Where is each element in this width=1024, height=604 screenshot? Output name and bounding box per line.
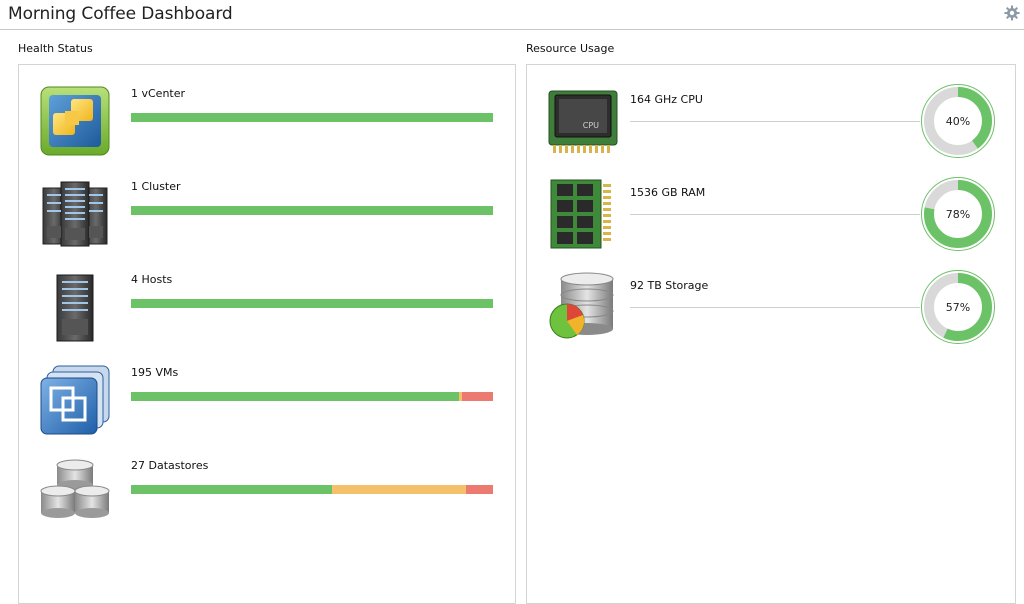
title-bar: Morning Coffee Dashboard (0, 0, 1024, 30)
health-bar-cluster (131, 206, 493, 215)
resource-usage-title: Resource Usage (526, 42, 615, 55)
health-status-title: Health Status (18, 42, 93, 55)
health-segment-critical (461, 392, 493, 401)
health-item-label: 1 Cluster (131, 180, 181, 193)
resource-row-storage[interactable]: 92 TB Storage 57% (527, 265, 1015, 355)
gauge-percent: 78% (945, 207, 971, 221)
health-item-label: 4 Hosts (131, 273, 173, 286)
storage-icon (549, 272, 614, 339)
health-segment-ok (131, 206, 493, 215)
health-row-hosts[interactable]: 4 Hosts (19, 265, 515, 355)
health-segment-ok (131, 485, 333, 494)
resource-divider (630, 214, 920, 215)
resource-row-ram[interactable]: 1536 GB RAM 78% (527, 172, 1015, 262)
host-icon (56, 274, 94, 342)
resource-divider (630, 307, 920, 308)
resource-row-cpu[interactable]: CPU 164 GHz CPU 40% (527, 79, 1015, 169)
gauge-percent: 40% (945, 114, 971, 128)
ram-usage-gauge: 78% (920, 176, 996, 252)
app-title: Morning Coffee Dashboard (8, 4, 233, 24)
datastore-icon (40, 459, 110, 518)
health-bar-vms (131, 392, 493, 401)
health-bar-datastores (131, 485, 493, 494)
gear-icon[interactable] (1004, 5, 1020, 21)
gauge-percent: 57% (945, 300, 971, 314)
resource-divider (630, 121, 920, 122)
health-item-label: 27 Datastores (131, 459, 209, 472)
storage-usage-gauge: 57% (920, 269, 996, 345)
resource-usage-panel: CPU 164 GHz CPU 40% 1536 GB RAM 78% 92 T… (526, 64, 1016, 604)
resource-item-label: 1536 GB RAM (630, 186, 706, 199)
vms-icon (40, 365, 110, 435)
health-segment-ok (131, 113, 493, 122)
cpu-chip-text: CPU (583, 121, 599, 130)
health-status-panel: 1 vCenter 1 Cluster 4 Hosts 195 VMs 27 D… (18, 64, 516, 604)
health-segment-warning (332, 485, 467, 494)
health-row-vcenter[interactable]: 1 vCenter (19, 79, 515, 169)
health-row-vms[interactable]: 195 VMs (19, 358, 515, 448)
health-segment-ok (131, 299, 493, 308)
health-item-label: 1 vCenter (131, 87, 186, 100)
ram-icon (550, 179, 611, 249)
health-bar-hosts (131, 299, 493, 308)
health-bar-vcenter (131, 113, 493, 122)
cluster-icon (42, 181, 108, 247)
cpu-usage-gauge: 40% (920, 83, 996, 159)
health-segment-ok (131, 392, 459, 401)
health-segment-critical (466, 485, 493, 494)
resource-item-label: 164 GHz CPU (630, 93, 703, 106)
health-row-cluster[interactable]: 1 Cluster (19, 172, 515, 262)
cpu-icon: CPU (548, 90, 618, 153)
vcenter-icon (40, 86, 110, 156)
resource-item-label: 92 TB Storage (630, 279, 709, 292)
health-item-label: 195 VMs (131, 366, 179, 379)
health-row-datastores[interactable]: 27 Datastores (19, 451, 515, 541)
